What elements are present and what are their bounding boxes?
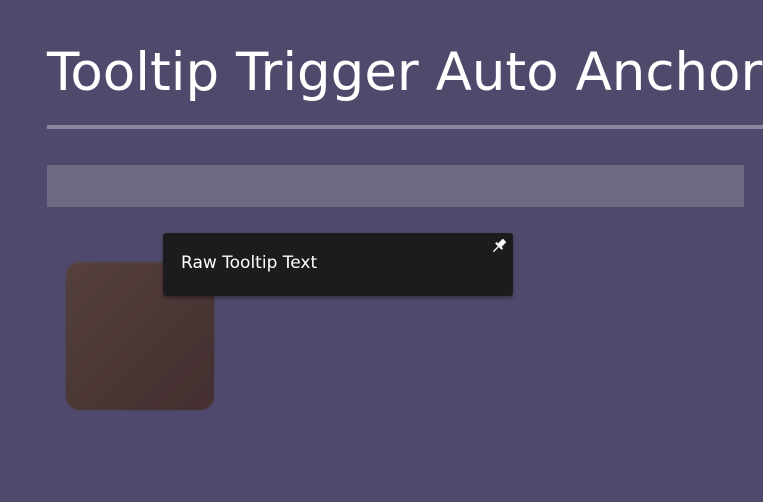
title-divider	[47, 125, 763, 129]
tooltip-text: Raw Tooltip Text	[181, 253, 318, 273]
pin-icon[interactable]	[489, 236, 509, 256]
tooltip: Raw Tooltip Text	[163, 233, 513, 296]
header-bar	[47, 165, 744, 207]
page-title: Tooltip Trigger Auto Anchor	[47, 42, 763, 103]
